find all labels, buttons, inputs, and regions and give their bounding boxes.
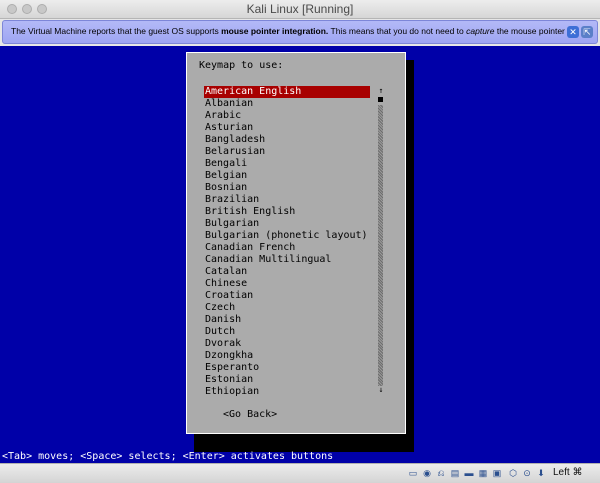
info-close-icon[interactable]: ✕ xyxy=(567,26,579,38)
keymap-option[interactable]: Brazilian xyxy=(204,194,370,206)
keymap-option[interactable]: Bosnian xyxy=(204,182,370,194)
mouse-integration-status-icon[interactable]: ⬡ xyxy=(507,468,519,479)
keymap-option[interactable]: Catalan xyxy=(204,266,370,278)
keymap-option[interactable]: Ethiopian xyxy=(204,386,370,398)
keymap-option[interactable]: Esperanto xyxy=(204,362,370,374)
banner-message: The Virtual Machine reports that the gue… xyxy=(11,26,575,36)
keymap-option[interactable]: Chinese xyxy=(204,278,370,290)
vm-status-bar: ▭ ◉ ⎌ ▤ ▬ ▦ ▣ ⬡ ⊙ ⬇ Left ⌘ xyxy=(0,463,600,483)
keymap-option[interactable]: Bulgarian (phonetic layout) xyxy=(204,230,370,242)
window-titlebar: Kali Linux [Running] xyxy=(0,0,600,19)
scrollbar-track[interactable] xyxy=(378,105,383,386)
keymap-option[interactable]: Dvorak xyxy=(204,338,370,350)
keyboard-capture-icon[interactable]: ⊙ xyxy=(521,468,533,479)
host-key-label: Left ⌘ xyxy=(553,467,583,478)
keymap-option[interactable]: Dutch xyxy=(204,326,370,338)
cpu-icon[interactable]: ⬇ xyxy=(535,468,547,479)
hard-disk-icon[interactable]: ▭ xyxy=(407,468,419,479)
optical-drive-icon[interactable]: ◉ xyxy=(421,468,433,479)
keymap-option[interactable]: Danish xyxy=(204,314,370,326)
keymap-option[interactable]: Bangladesh xyxy=(204,134,370,146)
keymap-dialog: Keymap to use: American English Albanian A… xyxy=(186,52,406,434)
keymap-option[interactable]: American English xyxy=(204,86,370,98)
keymap-option[interactable]: Belarusian xyxy=(204,146,370,158)
video-capture-icon[interactable]: ▦ xyxy=(477,468,489,479)
keymap-option[interactable]: Bulgarian xyxy=(204,218,370,230)
keymap-option[interactable]: Albanian xyxy=(204,98,370,110)
keymap-option[interactable]: Canadian Multilingual xyxy=(204,254,370,266)
scroll-up-arrow-icon[interactable]: ↑ xyxy=(377,87,385,95)
mouse-integration-banner: The Virtual Machine reports that the gue… xyxy=(2,20,598,44)
keymap-option[interactable]: Bengali xyxy=(204,158,370,170)
window-title: Kali Linux [Running] xyxy=(246,2,354,16)
keymap-option[interactable]: Czech xyxy=(204,302,370,314)
keymap-option[interactable]: Arabic xyxy=(204,110,370,122)
keymap-option[interactable]: Croatian xyxy=(204,290,370,302)
display-icon[interactable]: ▬ xyxy=(463,468,475,479)
usb-icon[interactable]: ⎌ xyxy=(435,468,447,479)
help-line: <Tab> moves; <Space> selects; <Enter> ac… xyxy=(2,451,334,462)
go-back-button[interactable]: <Go Back> xyxy=(223,409,277,420)
keymap-option[interactable]: Canadian French xyxy=(204,242,370,254)
network-icon[interactable]: ▣ xyxy=(491,468,503,479)
keymap-option[interactable]: Asturian xyxy=(204,122,370,134)
keymap-option[interactable]: Estonian xyxy=(204,374,370,386)
shared-folder-icon[interactable]: ▤ xyxy=(449,468,461,479)
scrollbar-thumb[interactable] xyxy=(378,97,383,102)
keymap-option[interactable]: Dzongkha xyxy=(204,350,370,362)
keymap-option[interactable]: British English xyxy=(204,206,370,218)
mouse-integration-icon[interactable]: ⇱ xyxy=(581,26,593,38)
guest-screen[interactable]: Keymap to use: American English Albanian A… xyxy=(0,46,600,463)
scroll-down-arrow-icon[interactable]: ↓ xyxy=(377,386,385,394)
keymap-list[interactable]: American English Albanian Arabic Asturian Ba… xyxy=(204,86,370,398)
keymap-prompt: Keymap to use: xyxy=(199,60,284,71)
keymap-option[interactable]: Belgian xyxy=(204,170,370,182)
